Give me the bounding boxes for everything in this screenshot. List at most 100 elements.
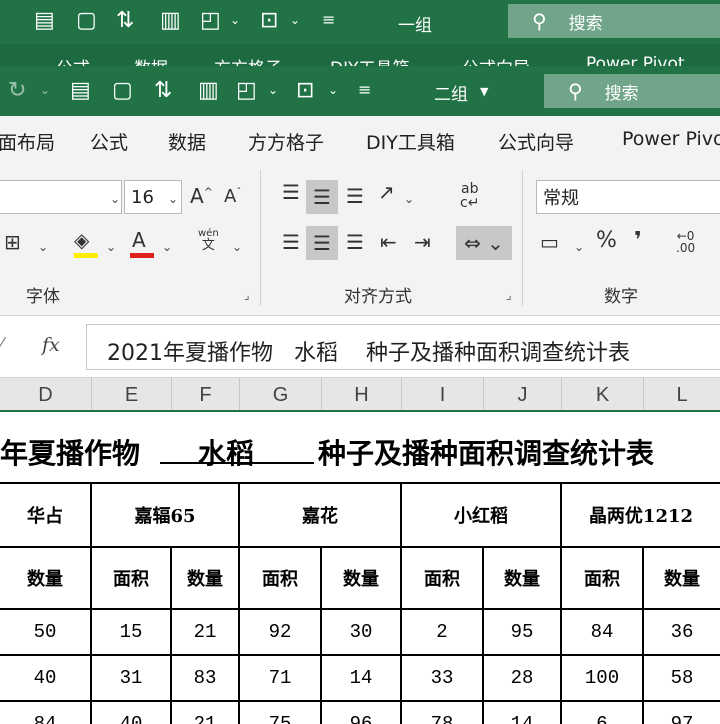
table-cell[interactable]: 2 bbox=[402, 610, 484, 656]
table-cell[interactable]: 40 bbox=[0, 656, 92, 702]
column-header-f[interactable]: F bbox=[172, 378, 240, 410]
sub-header[interactable]: 数量 bbox=[484, 548, 562, 610]
column-header-l[interactable]: L bbox=[644, 378, 720, 410]
table-cell[interactable]: 100 bbox=[562, 656, 644, 702]
formula-input[interactable]: 2021年夏播作物 水稻 种子及播种面积调查统计表 bbox=[86, 324, 720, 370]
chevron-down-icon[interactable]: ⌄ bbox=[168, 192, 178, 206]
align-right-icon[interactable]: ☰ bbox=[342, 232, 368, 252]
accounting-format-icon[interactable]: ▭ bbox=[540, 232, 559, 252]
group-label[interactable]: 二组 bbox=[434, 80, 468, 105]
chevron-down-icon[interactable]: ⌄ bbox=[38, 240, 48, 254]
redo-icon[interactable]: ↻ bbox=[8, 80, 26, 102]
customize-qat-icon[interactable]: ≡ bbox=[358, 82, 371, 98]
table-cell[interactable]: 14 bbox=[484, 702, 562, 724]
column-header-g[interactable]: G bbox=[240, 378, 322, 410]
wrap-text-icon[interactable]: ab c↵ bbox=[460, 182, 479, 210]
align-bottom-icon[interactable]: ☰ bbox=[342, 186, 368, 216]
comma-style-icon[interactable]: ❜ bbox=[634, 230, 642, 252]
align-center-icon[interactable]: ☰ bbox=[306, 226, 338, 260]
increase-font-icon[interactable]: A^ bbox=[190, 186, 213, 206]
table-cell[interactable]: 71 bbox=[240, 656, 322, 702]
chevron-down-icon[interactable]: ⌄ bbox=[40, 84, 50, 96]
column-header-d[interactable]: D bbox=[0, 378, 92, 410]
sheet-title[interactable]: 年夏播作物 水稻 种子及播种面积调查统计表 bbox=[0, 420, 720, 480]
dropdown-caret-icon[interactable]: ▼ bbox=[480, 86, 488, 97]
table-cell[interactable]: 84 bbox=[0, 702, 92, 724]
table-cell[interactable]: 84 bbox=[562, 610, 644, 656]
table-cell[interactable]: 97 bbox=[644, 702, 720, 724]
column-header-k[interactable]: K bbox=[562, 378, 644, 410]
sub-header[interactable]: 数量 bbox=[172, 548, 240, 610]
table-cell[interactable]: 31 bbox=[92, 656, 172, 702]
chevron-down-icon[interactable]: ⌄ bbox=[162, 240, 172, 254]
align-left-icon[interactable]: ☰ bbox=[278, 232, 304, 252]
orientation-icon[interactable]: ↗ bbox=[378, 182, 395, 202]
sub-header[interactable]: 数量 bbox=[0, 548, 92, 610]
variety-header[interactable]: 嘉辐65 bbox=[92, 484, 240, 548]
tab-page-layout[interactable]: 面布局 bbox=[0, 128, 55, 155]
tab-data[interactable]: 数据 bbox=[134, 54, 168, 66]
table-cell[interactable]: 30 bbox=[322, 610, 402, 656]
table-cell[interactable]: 28 bbox=[484, 656, 562, 702]
phonetic-guide-icon[interactable]: wén 文 bbox=[198, 228, 219, 253]
table-cell[interactable]: 58 bbox=[644, 656, 720, 702]
chevron-down-icon[interactable]: ⌄ bbox=[328, 84, 338, 96]
customize-qat-icon[interactable]: ≡ bbox=[322, 12, 335, 28]
tab-fangfang[interactable]: 方方格子 bbox=[214, 54, 282, 66]
table-cell[interactable]: 21 bbox=[172, 702, 240, 724]
table-cell[interactable]: 78 bbox=[402, 702, 484, 724]
chevron-down-icon[interactable]: ⌄ bbox=[290, 14, 300, 26]
search-box[interactable]: ⚲ 搜索 bbox=[544, 74, 720, 108]
table-cell[interactable]: 83 bbox=[172, 656, 240, 702]
decrease-font-icon[interactable]: Aˇ bbox=[224, 188, 241, 206]
variety-header[interactable]: 华占 bbox=[0, 484, 92, 548]
tab-power-pivot[interactable]: Power Pivot bbox=[586, 54, 685, 66]
table-cell[interactable]: 40 bbox=[92, 702, 172, 724]
chevron-down-icon[interactable]: ⌄ bbox=[574, 240, 584, 254]
variety-header[interactable]: 小红稻 bbox=[402, 484, 562, 548]
enter-check-icon[interactable]: ⁄ bbox=[0, 334, 3, 355]
sub-header[interactable]: 面积 bbox=[92, 548, 172, 610]
chevron-down-icon[interactable]: ⌄ bbox=[232, 240, 242, 254]
chevron-down-icon[interactable]: ⌄ bbox=[404, 192, 414, 206]
align-middle-icon[interactable]: ☰ bbox=[306, 180, 338, 214]
sort-icon[interactable]: ⇅ bbox=[116, 10, 134, 32]
shapes-icon[interactable]: ◰ bbox=[236, 80, 257, 102]
column-header-i[interactable]: I bbox=[402, 378, 484, 410]
table-cell[interactable]: 95 bbox=[484, 610, 562, 656]
table-cell[interactable]: 15 bbox=[92, 610, 172, 656]
tab-power-pivot[interactable]: Power Pivo bbox=[622, 128, 720, 150]
table-cell[interactable]: 33 bbox=[402, 656, 484, 702]
dialog-launcher-icon[interactable]: ⌟ bbox=[506, 288, 512, 302]
column-header-j[interactable]: J bbox=[484, 378, 562, 410]
save-icon[interactable]: ▤ bbox=[34, 10, 55, 32]
tab-fangfang[interactable]: 方方格子 bbox=[248, 128, 324, 155]
chevron-down-icon[interactable]: ⌄ bbox=[110, 192, 120, 206]
sub-header[interactable]: 面积 bbox=[562, 548, 644, 610]
tab-data[interactable]: 数据 bbox=[168, 128, 206, 155]
chart-icon[interactable]: ▥ bbox=[160, 10, 181, 32]
sub-header[interactable]: 数量 bbox=[322, 548, 402, 610]
dialog-launcher-icon[interactable]: ⌟ bbox=[244, 288, 250, 302]
tab-formulas[interactable]: 公式 bbox=[56, 54, 90, 66]
font-name-field[interactable] bbox=[0, 180, 122, 214]
chevron-down-icon[interactable]: ⌄ bbox=[106, 240, 116, 254]
align-top-icon[interactable]: ☰ bbox=[278, 182, 304, 212]
decrease-decimal-icon[interactable]: ←0 .00 bbox=[676, 230, 695, 254]
table-cell[interactable]: 14 bbox=[322, 656, 402, 702]
table-cell[interactable]: 36 bbox=[644, 610, 720, 656]
sub-header[interactable]: 面积 bbox=[240, 548, 322, 610]
variety-header[interactable]: 嘉花 bbox=[240, 484, 402, 548]
table-cell[interactable]: 50 bbox=[0, 610, 92, 656]
search-box[interactable]: ⚲ 搜索 bbox=[508, 4, 720, 38]
insert-function-icon[interactable]: fx bbox=[42, 334, 60, 356]
group-label[interactable]: 一组 bbox=[398, 11, 432, 36]
fill-color-icon[interactable]: ◈ bbox=[74, 230, 89, 250]
tab-formula-wizard[interactable]: 公式向导 bbox=[462, 54, 530, 66]
table-cell[interactable]: 96 bbox=[322, 702, 402, 724]
column-header-e[interactable]: E bbox=[92, 378, 172, 410]
tab-diy[interactable]: DIY工具箱 bbox=[366, 128, 455, 155]
table-cell[interactable]: 92 bbox=[240, 610, 322, 656]
sort-icon[interactable]: ⇅ bbox=[154, 80, 172, 102]
chevron-down-icon[interactable]: ⌄ bbox=[268, 84, 278, 96]
